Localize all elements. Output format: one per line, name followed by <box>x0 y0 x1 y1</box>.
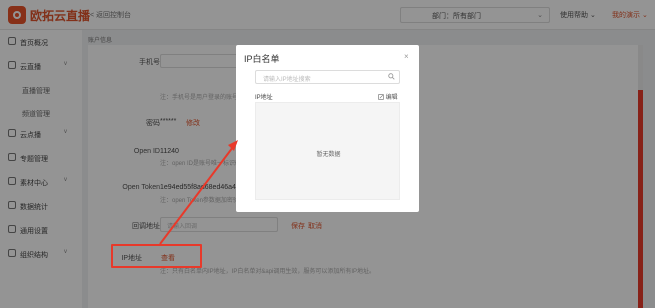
annotation-arrow <box>159 140 238 245</box>
